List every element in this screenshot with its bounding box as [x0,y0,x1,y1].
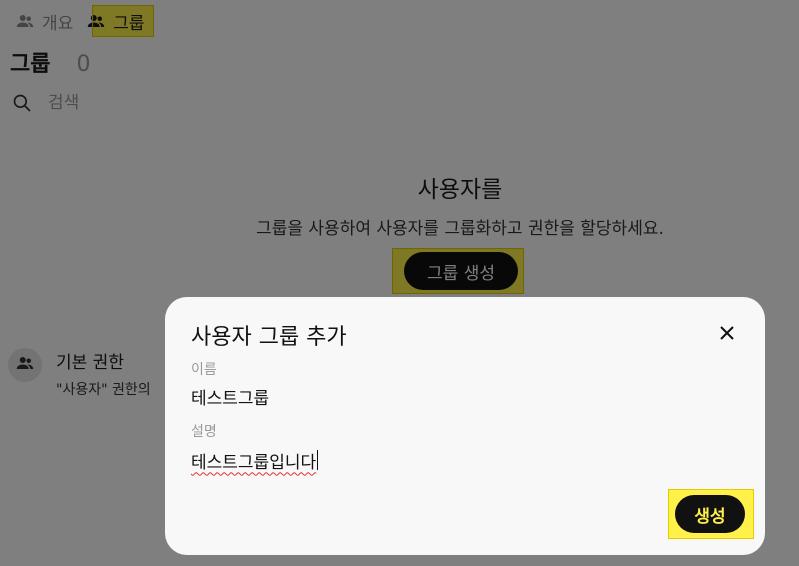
close-button[interactable] [715,323,739,347]
description-value: 테스트그룹입니다 [191,452,317,473]
close-icon [719,325,735,345]
description-label: 설명 [191,424,217,440]
create-highlight: 생성 [668,489,754,539]
add-user-group-dialog: 사용자 그룹 추가 이름 설명 테스트그룹입니다 생성 [165,297,765,555]
create-button[interactable]: 생성 [675,495,745,533]
description-field[interactable]: 테스트그룹입니다 [191,447,319,473]
name-field[interactable] [191,383,731,409]
name-label: 이름 [191,362,217,378]
dialog-title: 사용자 그룹 추가 [191,325,347,350]
text-cursor [317,450,319,470]
